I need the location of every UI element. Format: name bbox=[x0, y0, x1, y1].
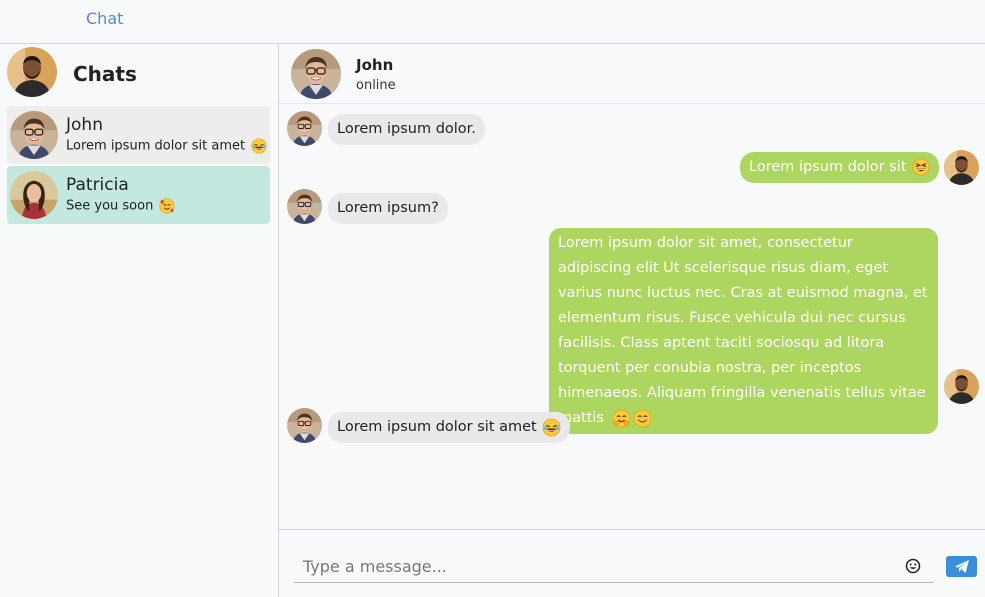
brand-link[interactable]: Chat bbox=[86, 9, 123, 28]
smiley-icon[interactable] bbox=[905, 558, 921, 574]
smiling-emoji-icon bbox=[633, 409, 652, 428]
chat-contact-name: John bbox=[356, 56, 394, 74]
message-text: Lorem ipsum dolor. bbox=[337, 121, 476, 137]
chat-contact-status: online bbox=[356, 78, 396, 93]
laughing-tears-emoji-icon bbox=[251, 138, 267, 154]
contact-name: Patricia bbox=[66, 175, 129, 195]
message-text: Lorem ipsum dolor sit amet bbox=[337, 419, 537, 435]
message-text: Lorem ipsum dolor sit bbox=[749, 159, 907, 175]
chat-contact-avatar[interactable] bbox=[291, 49, 341, 99]
message-avatar bbox=[287, 408, 322, 443]
current-user-avatar[interactable] bbox=[7, 47, 57, 97]
contact-last-message-text: See you soon bbox=[66, 198, 154, 214]
grinning-squint-emoji-icon bbox=[912, 158, 930, 176]
contact-item-patricia[interactable]: Patricia See you soon bbox=[7, 166, 270, 224]
message-text: Lorem ipsum? bbox=[337, 200, 439, 216]
paper-plane-icon bbox=[955, 560, 969, 573]
message-avatar bbox=[287, 189, 322, 224]
contact-name: John bbox=[66, 115, 103, 135]
chat-header: John online bbox=[279, 44, 985, 104]
contact-item-john[interactable]: John Lorem ipsum dolor sit amet bbox=[7, 106, 270, 164]
top-navbar: Chat bbox=[0, 0, 985, 44]
sidebar-title: Chats bbox=[73, 62, 137, 86]
contact-last-message-text: Lorem ipsum dolor sit amet bbox=[66, 138, 246, 154]
message-bubble-outgoing: Lorem ipsum dolor sit amet, consectetur … bbox=[549, 228, 938, 434]
chat-sidebar: Chats John Lorem ipsum dolor sit amet Pa… bbox=[0, 44, 279, 597]
message-avatar bbox=[287, 111, 322, 146]
message-bubble-outgoing: Lorem ipsum dolor sit bbox=[740, 152, 940, 183]
message-avatar bbox=[944, 150, 979, 185]
message-bubble-incoming: Lorem ipsum? bbox=[328, 193, 448, 224]
contact-last-message: Lorem ipsum dolor sit amet bbox=[66, 138, 267, 154]
laughing-tears-emoji-icon bbox=[542, 418, 561, 437]
message-input[interactable] bbox=[294, 551, 934, 583]
send-button[interactable] bbox=[946, 556, 977, 577]
message-avatar bbox=[944, 369, 979, 404]
hugging-emoji-icon bbox=[612, 409, 631, 428]
contact-last-message: See you soon bbox=[66, 198, 175, 214]
contact-avatar bbox=[10, 111, 58, 159]
message-bubble-incoming: Lorem ipsum dolor sit amet bbox=[328, 412, 571, 443]
contact-avatar bbox=[10, 171, 58, 219]
chat-panel: John online Lorem ipsum dolor. Lorem ips… bbox=[279, 44, 985, 597]
smiling-hearts-emoji-icon bbox=[159, 198, 175, 214]
message-composer bbox=[279, 529, 985, 597]
message-text: Lorem ipsum dolor sit amet, consectetur … bbox=[558, 235, 928, 426]
message-bubble-incoming: Lorem ipsum dolor. bbox=[328, 114, 485, 145]
